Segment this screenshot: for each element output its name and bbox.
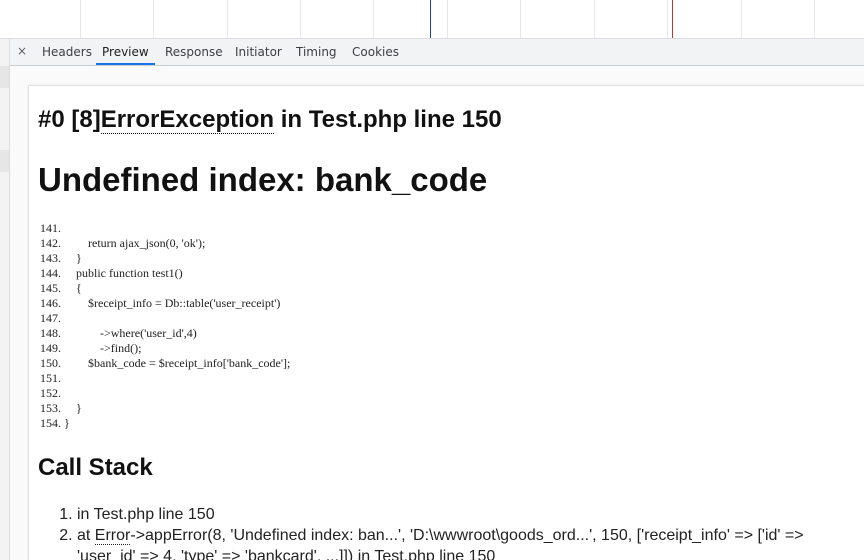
preview-pane[interactable]: #0 [8]ErrorException in Test.php line 15… [10, 66, 864, 560]
request-row[interactable] [0, 66, 9, 88]
code-line: 142. return ajax_json(0, 'ok'); [40, 236, 206, 250]
code-line: 151. [40, 371, 61, 385]
call-stack-list: in Test.php line 150 at Error->appError(… [59, 504, 864, 560]
source-code: 141. 142. return ajax_json(0, 'ok'); 143. … [40, 221, 290, 431]
timeline-gridline [373, 0, 374, 38]
tab-cookies[interactable]: Cookies [346, 39, 405, 65]
tab-response[interactable]: Response [159, 39, 229, 65]
timeline-gridline [741, 0, 742, 38]
code-line: 145. { [40, 281, 82, 295]
error-page: #0 [8]ErrorException in Test.php line 15… [28, 85, 864, 560]
tab-preview[interactable]: Preview [96, 39, 155, 65]
network-timeline[interactable] [0, 0, 864, 39]
code-line: 152. [40, 386, 61, 400]
code-line: 153. } [40, 401, 82, 415]
timeline-gridline [667, 0, 668, 38]
tab-initiator[interactable]: Initiator [229, 39, 288, 65]
exception-class: ErrorException [100, 106, 275, 134]
exception-location: in Test.php line 150 [274, 106, 502, 133]
call-text: ->appError(8, 'Undefined index: ban...',… [130, 527, 804, 544]
call-continuation: 'user_id' => 4, 'type' => 'bankcard', ..… [77, 548, 496, 560]
error-message: Undefined index: bank_code [38, 161, 488, 198]
call-stack-item: in Test.php line 150 [77, 504, 864, 525]
code-line: 148. ->where('user_id',4) [40, 326, 197, 340]
timeline-gridline [300, 0, 301, 38]
request-row[interactable] [0, 150, 9, 172]
timeline-gridline [447, 0, 448, 38]
code-line: 143. } [40, 251, 82, 265]
request-list-edge[interactable] [0, 39, 10, 560]
close-icon[interactable]: × [14, 43, 30, 59]
timeline-gridline [520, 0, 521, 38]
timeline-gridline [594, 0, 595, 38]
code-line: 146. $receipt_info = Db::table('user_rec… [40, 296, 281, 310]
call-stack-title: Call Stack [38, 454, 153, 481]
details-tab-bar: × Headers Preview Response Initiator Tim… [10, 39, 864, 66]
call-stack-item: at Error->appError(8, 'Undefined index: … [77, 525, 864, 560]
timeline-gridline [814, 0, 815, 38]
call-prefix: at [77, 527, 95, 544]
code-line: 150. $bank_code = $receipt_info['bank_co… [40, 356, 291, 370]
code-line: 149. ->find(); [40, 341, 142, 355]
load-event-marker [672, 0, 673, 38]
dom-content-loaded-marker [430, 0, 431, 38]
code-line: 144. public function test1() [40, 266, 183, 280]
code-line: 154. } [40, 416, 70, 430]
exception-prefix: #0 [8] [38, 106, 101, 133]
timeline-gridline [80, 0, 81, 38]
exception-heading: #0 [8]ErrorException in Test.php line 15… [38, 106, 502, 134]
timeline-gridline [227, 0, 228, 38]
tab-headers[interactable]: Headers [36, 39, 98, 65]
timeline-gridline [153, 0, 154, 38]
call-class: Error [94, 527, 131, 545]
code-line: 147. [40, 311, 61, 325]
code-line: 141. [40, 221, 61, 235]
tab-timing[interactable]: Timing [290, 39, 343, 65]
